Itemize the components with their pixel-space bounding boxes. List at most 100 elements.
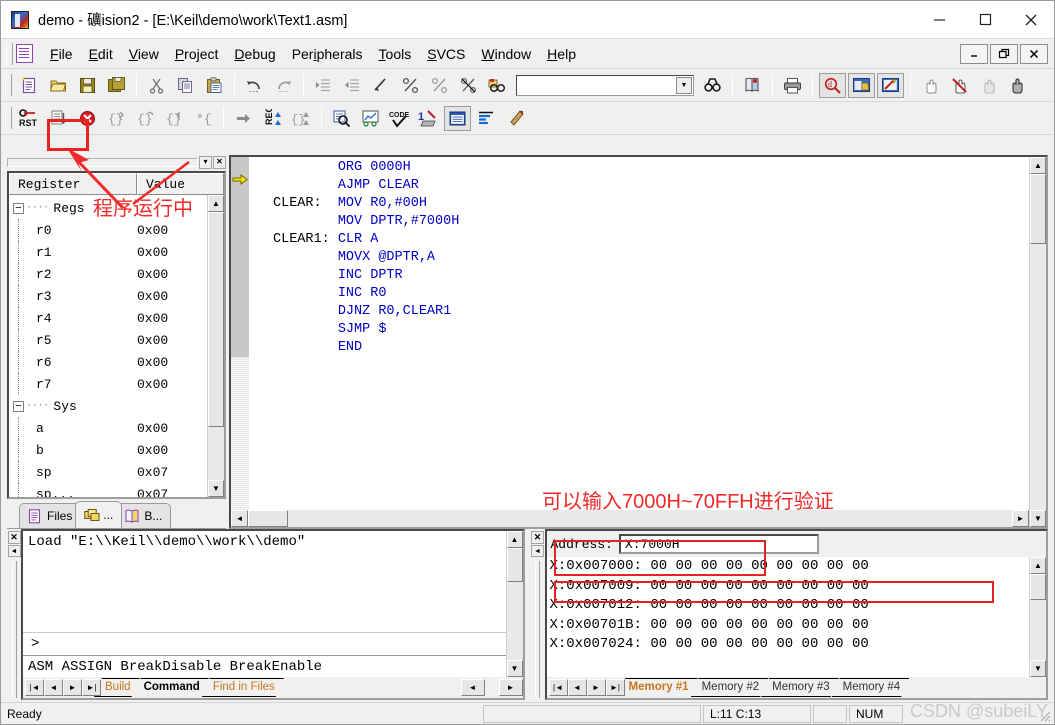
project-window-icon[interactable] xyxy=(848,72,875,98)
menu-window[interactable]: Window xyxy=(473,43,539,65)
menu-help[interactable]: Help xyxy=(539,43,584,65)
watch-window-icon[interactable] xyxy=(473,106,500,131)
scroll-track[interactable] xyxy=(248,510,1012,527)
indent-icon[interactable] xyxy=(310,73,337,98)
tab-command[interactable]: Command xyxy=(133,678,209,697)
memory-row[interactable]: X:0x007009: 00 00 00 00 00 00 00 00 00 xyxy=(550,577,1030,597)
register-row[interactable]: b 0x00 xyxy=(9,439,207,461)
code-line[interactable]: AJMP CLEAR xyxy=(273,177,1029,195)
tab-memory-1[interactable]: Memory #1 xyxy=(618,678,698,697)
code-line[interactable]: MOVX @DPTR,A xyxy=(273,249,1029,267)
register-row[interactable]: r2 0x00 xyxy=(9,263,207,285)
comment-icon[interactable] xyxy=(368,73,395,98)
run-icon[interactable] xyxy=(45,106,72,131)
scroll-track[interactable] xyxy=(1030,574,1046,660)
find-combo[interactable]: ▼ xyxy=(516,74,694,96)
scroll-thumb[interactable] xyxy=(1030,174,1046,244)
chevron-down-icon[interactable]: ▾ xyxy=(199,155,212,169)
outdent-icon[interactable] xyxy=(339,73,366,98)
code-line[interactable]: END xyxy=(273,339,1029,357)
command-input-row[interactable]: > xyxy=(23,632,506,655)
register-row[interactable]: sp 0x07 xyxy=(9,461,207,483)
memory-dump[interactable]: X:0x007000: 00 00 00 00 00 00 00 00 00 X:… xyxy=(546,557,1030,677)
memory-row[interactable]: X:0x00701B: 00 00 00 00 00 00 00 00 00 xyxy=(550,616,1030,636)
scroll-down-icon[interactable]: ▼ xyxy=(506,660,523,677)
register-row[interactable]: r5 0x00 xyxy=(9,329,207,351)
scroll-thumb[interactable] xyxy=(506,548,523,582)
hand-icon-1[interactable] xyxy=(917,73,944,98)
scroll-thumb[interactable] xyxy=(208,212,224,427)
debug-toolbar-grip[interactable] xyxy=(5,107,12,129)
code-line[interactable]: DJNZ R0,CLEAR1 xyxy=(273,303,1029,321)
register-value[interactable]: 0x07 xyxy=(137,465,168,480)
tabstrip-scroll-left-icon[interactable]: ◄ xyxy=(460,679,485,696)
print-icon[interactable] xyxy=(779,73,806,98)
register-vertical-scrollbar[interactable]: ▲ ▼ xyxy=(207,195,224,497)
save-icon[interactable] xyxy=(74,73,101,98)
menu-view[interactable]: View xyxy=(121,43,167,65)
tab-memory-3[interactable]: Memory #3 xyxy=(761,678,839,697)
stop-icon[interactable] xyxy=(74,106,101,131)
scroll-up-icon[interactable]: ▲ xyxy=(506,531,523,548)
register-value[interactable]: 0x00 xyxy=(137,267,168,282)
memory-row[interactable]: X:0x007012: 00 00 00 00 00 00 00 00 00 xyxy=(550,596,1030,616)
register-row[interactable]: r4 0x00 xyxy=(9,307,207,329)
code-line[interactable]: SJMP $ xyxy=(273,321,1029,339)
code-line[interactable]: INC R0 xyxy=(273,285,1029,303)
register-row[interactable]: r1 0x00 xyxy=(9,241,207,263)
menu-project[interactable]: Project xyxy=(167,43,227,65)
register-value[interactable]: 0x00 xyxy=(137,245,168,260)
hand-cancel-icon[interactable] xyxy=(946,73,973,98)
new-file-icon[interactable] xyxy=(16,73,43,98)
memory-vertical-scrollbar[interactable]: ▲ ▼ xyxy=(1029,557,1046,677)
undo-icon[interactable] xyxy=(241,73,268,98)
memory-address-input[interactable]: X:7000H xyxy=(618,534,819,554)
step-into-icon[interactable]: {} xyxy=(103,106,130,131)
menu-svcs[interactable]: SVCS xyxy=(419,43,473,65)
find-binoculars-icon[interactable] xyxy=(699,73,726,98)
register-value[interactable]: 0x00 xyxy=(137,377,168,392)
first-icon[interactable]: |◄ xyxy=(548,679,568,696)
code-line[interactable]: MOV DPTR,#7000H xyxy=(273,213,1029,231)
scroll-track[interactable] xyxy=(1030,174,1046,510)
tab-build[interactable]: Build xyxy=(94,678,140,697)
dock-drag-bar[interactable] xyxy=(11,561,17,698)
tree-group-sys[interactable]: − ···· Sys xyxy=(9,395,207,417)
next-icon[interactable]: ► xyxy=(586,679,606,696)
scroll-right-icon[interactable]: ► xyxy=(1012,510,1029,527)
save-all-icon[interactable] xyxy=(103,73,130,98)
bookmark-toggle-icon[interactable] xyxy=(397,73,424,98)
scroll-thumb[interactable] xyxy=(1030,574,1046,600)
editor-vertical-scrollbar[interactable]: ▲ ▼ xyxy=(1029,157,1046,527)
scroll-track[interactable] xyxy=(208,212,224,480)
code-coverage-icon[interactable]: CODE xyxy=(386,106,413,131)
register-value[interactable]: 0x07 xyxy=(137,487,168,498)
dock-drag-bar[interactable] xyxy=(535,561,540,698)
menu-debug[interactable]: Debug xyxy=(226,43,283,65)
menu-tools[interactable]: Tools xyxy=(371,43,420,65)
close-button[interactable] xyxy=(1008,1,1054,38)
register-value[interactable]: 0x00 xyxy=(137,355,168,370)
tab-memory-4[interactable]: Memory #4 xyxy=(832,678,910,697)
code-line[interactable]: CLEAR1: CLR A xyxy=(273,231,1029,249)
resize-grip-icon[interactable] xyxy=(1038,709,1052,723)
register-panel-drag-area[interactable] xyxy=(7,157,198,167)
scroll-up-icon[interactable]: ▲ xyxy=(208,195,224,212)
scroll-track[interactable] xyxy=(506,548,523,660)
step-over-icon[interactable]: {} xyxy=(132,106,159,131)
register-value[interactable]: 0x00 xyxy=(137,289,168,304)
menu-peripherals[interactable]: Peripherals xyxy=(284,43,371,65)
tab-books[interactable]: B... xyxy=(116,503,172,528)
disassembly-window-icon[interactable] xyxy=(328,106,355,131)
tab-find-in-files[interactable]: Find in Files xyxy=(202,678,284,697)
memory-row[interactable]: X:0x007024: 00 00 00 00 00 00 00 00 00 xyxy=(550,635,1030,655)
memory-row[interactable]: X:0x007000: 00 00 00 00 00 00 00 00 00 xyxy=(550,557,1030,577)
register-row[interactable]: r7 0x00 xyxy=(9,373,207,395)
hand-disabled-icon[interactable] xyxy=(975,73,1002,98)
code-line[interactable]: ORG 0000H xyxy=(273,159,1029,177)
main-toolbar-grip[interactable] xyxy=(5,74,12,96)
tab-files[interactable]: Files xyxy=(19,503,82,528)
run-to-cursor-icon[interactable]: *{} xyxy=(190,106,217,131)
register-value[interactable]: 0x00 xyxy=(137,421,168,436)
menu-file[interactable]: File xyxy=(42,43,81,65)
